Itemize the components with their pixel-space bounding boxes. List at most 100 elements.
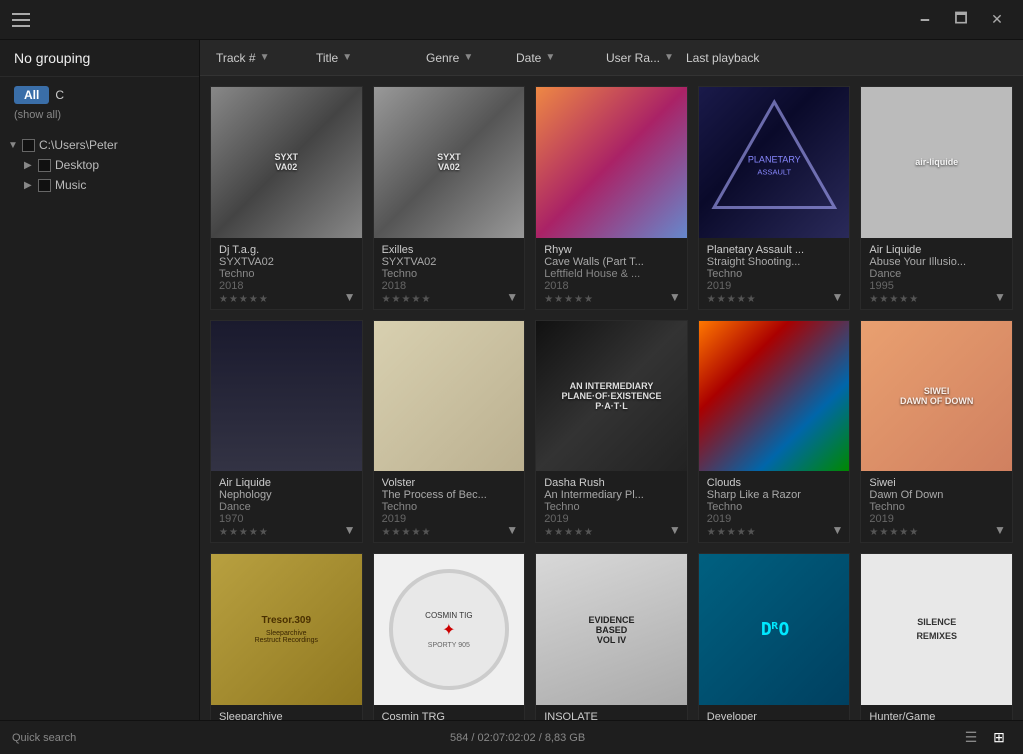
expand-button[interactable]: ▼ — [667, 522, 683, 538]
col-genre-label: Genre — [426, 51, 459, 65]
close-button[interactable]: ✕ — [983, 6, 1011, 34]
album-genre: Leftfield House & ... — [544, 268, 640, 280]
album-card[interactable]: RhywCave Walls (Part T...Leftfield House… — [535, 86, 688, 310]
album-art: SIWEI DAWN OF DOWN — [861, 321, 1012, 472]
main-layout: No grouping All C (show all) ▼ C:\Users\… — [0, 40, 1023, 720]
album-card[interactable]: CloudsSharp Like a RazorTechno2019★★★★★▼ — [698, 320, 851, 544]
expand-button[interactable]: ▼ — [504, 522, 520, 538]
expand-button[interactable]: ▼ — [667, 289, 683, 305]
expand-button[interactable]: ▼ — [829, 522, 845, 538]
album-genre: Techno — [707, 501, 742, 513]
col-header-track[interactable]: Track # ▼ — [208, 40, 308, 75]
col-header-genre[interactable]: Genre ▼ — [418, 40, 508, 75]
genre-filter-icon: ▼ — [463, 52, 473, 63]
album-title: Dawn Of Down — [869, 489, 1004, 501]
date-filter-icon: ▼ — [545, 52, 555, 63]
show-all-link[interactable]: (show all) — [14, 109, 199, 121]
album-card[interactable]: DᴿODeveloperDesolateTechno2019★★★★★▼ — [698, 553, 851, 720]
album-grid-area[interactable]: SYXT VA02Dj T.a.g.SYXTVA02Techno2018★★★★… — [200, 76, 1023, 720]
album-year-line: 2019 — [707, 280, 842, 292]
album-stars: ★★★★★ — [869, 294, 1004, 305]
album-genre: Techno — [382, 501, 417, 513]
album-card[interactable]: SIWEI DAWN OF DOWN SiweiDawn Of DownTechn… — [860, 320, 1013, 544]
expand-button[interactable]: ▼ — [342, 522, 358, 538]
grid-view-button[interactable]: ⊞ — [987, 726, 1011, 750]
desktop-label: Desktop — [55, 158, 99, 172]
album-stars: ★★★★★ — [707, 527, 842, 538]
album-year-line: 1995 — [869, 280, 1004, 292]
stats-label: 584 / 02:07:02:02 / 8,83 GB — [450, 732, 585, 744]
album-genre: Techno — [869, 501, 904, 513]
col-date-label: Date — [516, 51, 541, 65]
filter-all-row[interactable]: All C — [0, 83, 199, 107]
root-checkbox[interactable] — [22, 139, 35, 152]
tree-item-desktop[interactable]: ▶ Desktop — [16, 155, 199, 175]
tree-item-root[interactable]: ▼ C:\Users\Peter — [0, 135, 199, 155]
album-artist: Hunter/Game — [869, 711, 1004, 720]
album-artist: Dasha Rush — [544, 477, 679, 489]
svg-text:PLANETARY: PLANETARY — [748, 154, 801, 164]
album-card[interactable]: EVIDENCEBASEDVOL IVINSOLATEEvidence Base… — [535, 553, 688, 720]
svg-text:ASSAULT: ASSAULT — [757, 167, 791, 176]
album-artist: INSOLATE — [544, 711, 679, 720]
album-year-line: 2019 — [382, 513, 517, 525]
album-card[interactable]: COSMIN TIG✦SPORTY 905Cosmin TRGRomanian … — [373, 553, 526, 720]
col-header-date[interactable]: Date ▼ — [508, 40, 598, 75]
expand-button[interactable]: ▼ — [992, 289, 1008, 305]
album-card[interactable]: VolsterThe Process of Bec...Techno2019★★… — [373, 320, 526, 544]
menu-icon[interactable] — [12, 13, 30, 27]
desktop-checkbox[interactable] — [38, 159, 51, 172]
album-title: An Intermediary Pl... — [544, 489, 679, 501]
col-lastplay-label: Last playback — [686, 51, 759, 65]
album-year-line: 2019 — [544, 513, 679, 525]
album-genre: Dance — [869, 268, 901, 280]
music-checkbox[interactable] — [38, 179, 51, 192]
sidebar: No grouping All C (show all) ▼ C:\Users\… — [0, 40, 200, 720]
minimize-button[interactable]: 🗕 — [911, 6, 939, 34]
album-artist: Volster — [382, 477, 517, 489]
album-stars: ★★★★★ — [382, 294, 517, 305]
album-art — [536, 87, 687, 238]
album-card[interactable]: Air LiquideNephologyDance1970★★★★★▼ — [210, 320, 363, 544]
album-artist: Rhyw — [544, 244, 679, 256]
album-card[interactable]: air-liquideAir LiquideAbuse Your Illusio… — [860, 86, 1013, 310]
content-area: Track # ▼ Title ▼ Genre ▼ Date ▼ User Ra… — [200, 40, 1023, 720]
album-title: Sharp Like a Razor — [707, 489, 842, 501]
col-rating-label: User Ra... — [606, 51, 660, 65]
album-artist: Siwei — [869, 477, 1004, 489]
view-buttons: ☰ ⊞ — [959, 726, 1011, 750]
album-stars: ★★★★★ — [869, 527, 1004, 538]
expand-button[interactable]: ▼ — [992, 522, 1008, 538]
album-art: Tresor.309SleeparchiveRestruct Recording… — [211, 554, 362, 705]
titlebar-left — [12, 13, 30, 27]
album-artist: Developer — [707, 711, 842, 720]
titlebar-right: 🗕 🗖 ✕ — [911, 6, 1011, 34]
album-card[interactable]: Tresor.309SleeparchiveRestruct Recording… — [210, 553, 363, 720]
album-stars: ★★★★★ — [382, 527, 517, 538]
album-art: AN INTERMEDIARY PLANE·OF·EXISTENCE P·A·T… — [536, 321, 687, 472]
album-card[interactable]: SILENCEREMIXESHunter/GameSilence Remixes… — [860, 553, 1013, 720]
tree-item-music[interactable]: ▶ Music — [16, 175, 199, 195]
expand-button[interactable]: ▼ — [342, 289, 358, 305]
quick-search-label[interactable]: Quick search — [12, 732, 76, 744]
col-header-title[interactable]: Title ▼ — [308, 40, 418, 75]
filter-all-badge: All — [14, 86, 49, 104]
expand-button[interactable]: ▼ — [829, 289, 845, 305]
col-header-lastplay[interactable]: Last playback — [678, 40, 788, 75]
col-header-rating[interactable]: User Ra... ▼ — [598, 40, 678, 75]
title-filter-icon: ▼ — [342, 52, 352, 63]
tree-children: ▶ Desktop ▶ Music — [0, 155, 199, 195]
album-card[interactable]: PLANETARYASSAULTPlanetary Assault ...Str… — [698, 86, 851, 310]
desktop-expand-icon: ▶ — [24, 160, 34, 171]
expand-button[interactable]: ▼ — [504, 289, 520, 305]
album-title: SYXTVA02 — [219, 256, 354, 268]
album-card[interactable]: SYXT VA02Dj T.a.g.SYXTVA02Techno2018★★★★… — [210, 86, 363, 310]
album-artist: Sleeparchive — [219, 711, 354, 720]
album-card[interactable]: AN INTERMEDIARY PLANE·OF·EXISTENCE P·A·T… — [535, 320, 688, 544]
album-card[interactable]: SYXT VA02ExillesSYXTVA02Techno2018★★★★★▼ — [373, 86, 526, 310]
list-view-button[interactable]: ☰ — [959, 726, 983, 750]
album-genre: Techno — [707, 268, 742, 280]
album-art — [211, 321, 362, 472]
collapse-icon: ▼ — [8, 140, 18, 151]
maximize-button[interactable]: 🗖 — [947, 6, 975, 34]
